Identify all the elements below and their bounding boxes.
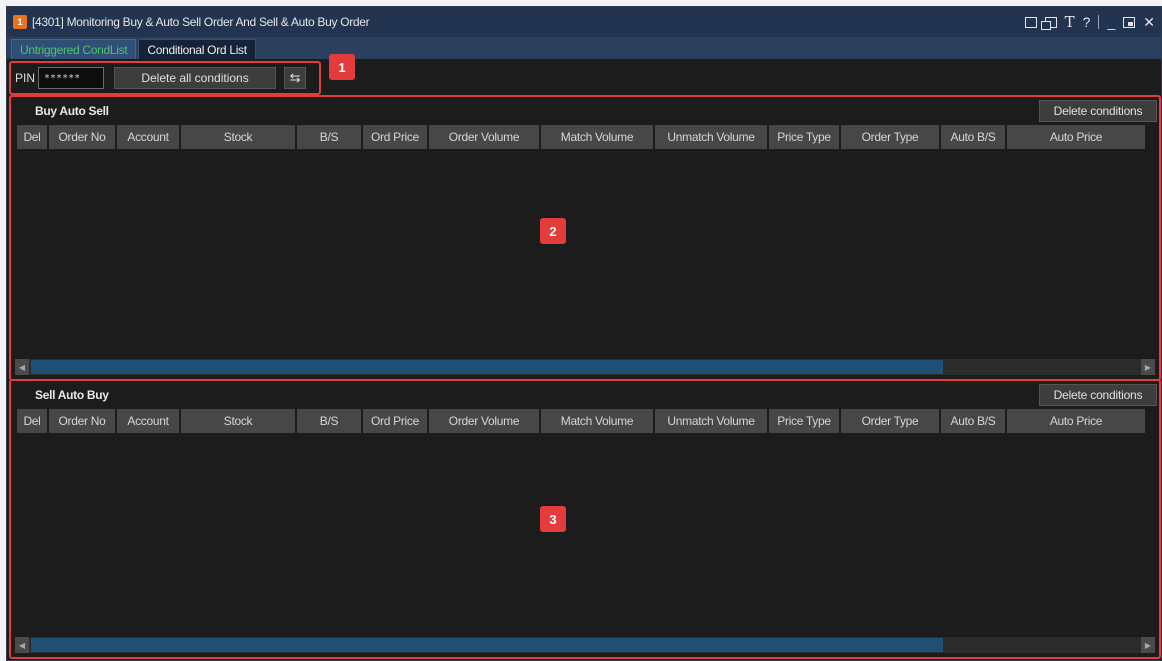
col-price-type[interactable]: Price Type	[769, 125, 839, 149]
col-match-volume[interactable]: Match Volume	[541, 125, 653, 149]
scroll-left-icon[interactable]: ◀	[15, 359, 29, 375]
panel-title: Buy Auto Sell	[35, 104, 109, 118]
marker-1: 1	[329, 54, 355, 80]
col-del[interactable]: Del	[17, 409, 47, 433]
col-stock[interactable]: Stock	[181, 409, 295, 433]
marker-2: 2	[540, 218, 566, 244]
col-bs[interactable]: B/S	[297, 125, 361, 149]
grid-header: Del Order No Account Stock B/S Ord Price…	[11, 125, 1159, 149]
col-auto-bs[interactable]: Auto B/S	[941, 409, 1005, 433]
delete-all-conditions-button[interactable]: Delete all conditions	[114, 67, 277, 89]
cascade-window-icon[interactable]	[1040, 16, 1057, 30]
pin-window-icon[interactable]	[1024, 16, 1037, 28]
grid-body	[11, 149, 1159, 359]
col-account[interactable]: Account	[117, 409, 179, 433]
col-auto-price[interactable]: Auto Price	[1007, 125, 1145, 149]
col-order-no[interactable]: Order No	[49, 409, 115, 433]
col-ord-price[interactable]: Ord Price	[363, 125, 427, 149]
pin-label: PIN	[15, 71, 36, 85]
scroll-thumb[interactable]	[31, 638, 943, 652]
col-account[interactable]: Account	[117, 125, 179, 149]
delete-conditions-button[interactable]: Delete conditions	[1039, 384, 1157, 406]
col-auto-bs[interactable]: Auto B/S	[941, 125, 1005, 149]
pin-toolbar: PIN ****** Delete all conditions ⇆	[9, 61, 321, 95]
col-bs[interactable]: B/S	[297, 409, 361, 433]
panel-header: Sell Auto Buy Delete conditions	[11, 381, 1159, 409]
col-unmatch-volume[interactable]: Unmatch Volume	[655, 125, 767, 149]
col-order-volume[interactable]: Order Volume	[429, 409, 539, 433]
maximize-icon[interactable]	[1123, 16, 1136, 28]
grid-header: Del Order No Account Stock B/S Ord Price…	[11, 409, 1159, 433]
app-icon: 1	[13, 15, 27, 29]
col-price-type[interactable]: Price Type	[769, 409, 839, 433]
window-title: [4301] Monitoring Buy & Auto Sell Order …	[32, 15, 370, 29]
col-order-volume[interactable]: Order Volume	[429, 125, 539, 149]
title-separator	[1098, 15, 1100, 29]
marker-3: 3	[540, 506, 566, 532]
tab-strip: Untriggered CondList Conditional Ord Lis…	[7, 37, 1161, 59]
col-stock[interactable]: Stock	[181, 125, 295, 149]
col-order-type[interactable]: Order Type	[841, 125, 939, 149]
help-icon[interactable]: ?	[1083, 15, 1091, 29]
tab-untriggered-condlist[interactable]: Untriggered CondList	[11, 39, 137, 59]
horizontal-scrollbar[interactable]: ◀ ▶	[15, 637, 1155, 653]
horizontal-scrollbar[interactable]: ◀ ▶	[15, 359, 1155, 375]
refresh-button[interactable]: ⇆	[284, 67, 307, 89]
col-order-type[interactable]: Order Type	[841, 409, 939, 433]
panel-header: Buy Auto Sell Delete conditions	[11, 97, 1159, 125]
close-icon[interactable]: ✕	[1143, 15, 1155, 29]
scroll-right-icon[interactable]: ▶	[1141, 637, 1155, 653]
swap-icon: ⇆	[289, 70, 301, 85]
buy-auto-sell-panel: Buy Auto Sell Delete conditions Del Orde…	[9, 95, 1161, 381]
font-size-icon[interactable]: T	[1065, 15, 1075, 30]
minimize-icon[interactable]: _	[1107, 15, 1115, 29]
window-controls: T ? _ ✕	[1024, 7, 1155, 37]
col-order-no[interactable]: Order No	[49, 125, 115, 149]
scroll-left-icon[interactable]: ◀	[15, 637, 29, 653]
tab-conditional-ord-list[interactable]: Conditional Ord List	[138, 39, 256, 59]
col-ord-price[interactable]: Ord Price	[363, 409, 427, 433]
delete-conditions-button[interactable]: Delete conditions	[1039, 100, 1157, 122]
app-window: 1 [4301] Monitoring Buy & Auto Sell Orde…	[6, 6, 1162, 661]
sell-auto-buy-panel: Sell Auto Buy Delete conditions Del Orde…	[9, 379, 1161, 659]
col-auto-price[interactable]: Auto Price	[1007, 409, 1145, 433]
scroll-thumb[interactable]	[31, 360, 943, 374]
panel-title: Sell Auto Buy	[35, 388, 109, 402]
pin-input[interactable]: ******	[38, 67, 105, 89]
col-del[interactable]: Del	[17, 125, 47, 149]
title-bar: 1 [4301] Monitoring Buy & Auto Sell Orde…	[7, 7, 1161, 37]
grid-body	[11, 433, 1159, 637]
scroll-right-icon[interactable]: ▶	[1141, 359, 1155, 375]
col-unmatch-volume[interactable]: Unmatch Volume	[655, 409, 767, 433]
col-match-volume[interactable]: Match Volume	[541, 409, 653, 433]
